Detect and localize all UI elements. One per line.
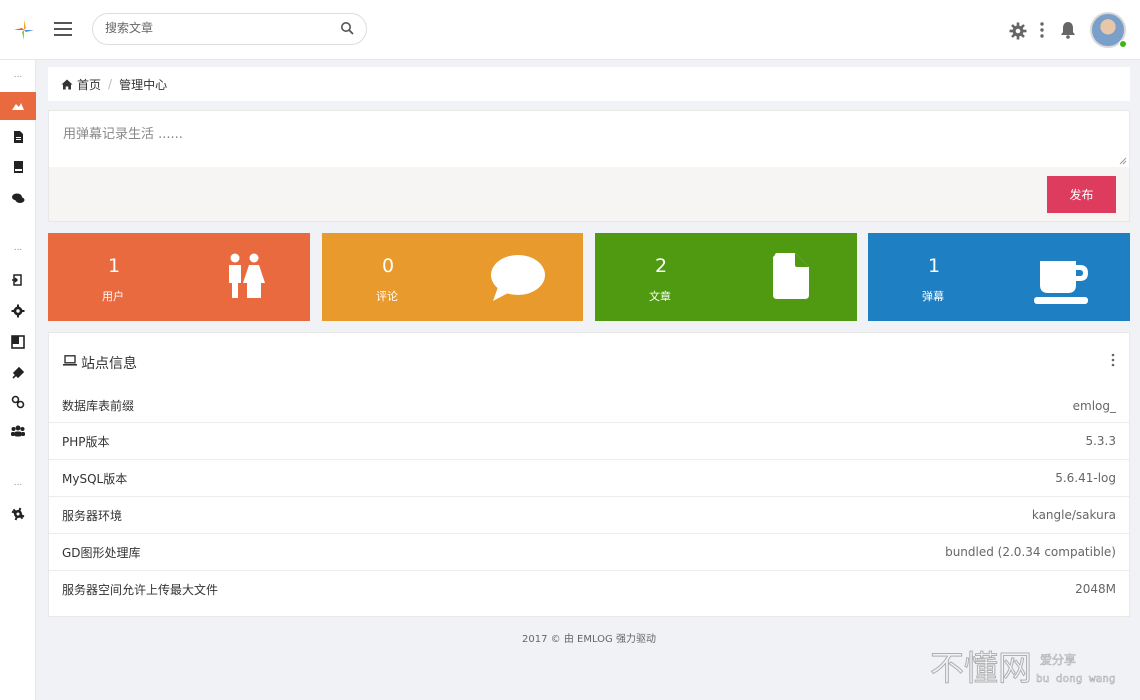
search-icon[interactable] (340, 21, 354, 35)
file-icon (773, 253, 809, 299)
laptop-icon (63, 355, 77, 366)
sidebar-item-users[interactable] (0, 417, 36, 445)
watermark-logo: 不懂网 爱分享 bu dong wang (930, 649, 1116, 690)
stat-label: 弹幕 (922, 290, 944, 303)
info-key: 数据库表前缀 (62, 399, 135, 413)
sidebar-item-pages[interactable] (0, 153, 36, 181)
stat-card-articles[interactable]: 2 文章 (595, 233, 857, 321)
sidebar-item-templates[interactable] (0, 328, 36, 356)
info-value: bundled (2.0.34 compatible) (945, 545, 1116, 559)
info-row: 服务器环境 kangle/sakura (49, 496, 1129, 533)
info-key: MySQL版本 (62, 471, 128, 486)
sidebar-item-links[interactable] (0, 388, 36, 416)
top-navbar (0, 0, 1140, 60)
info-value: 5.3.3 (1085, 434, 1116, 448)
signout-icon (12, 274, 22, 286)
publish-button[interactable]: 发布 (1047, 176, 1116, 213)
plugin-icon (12, 366, 25, 379)
post-textarea[interactable] (49, 111, 1129, 167)
sidebar-item-logout[interactable] (0, 266, 36, 294)
info-key: GD图形处理库 (62, 545, 141, 560)
breadcrumb-separator: / (108, 77, 113, 91)
more-vertical-icon[interactable] (1111, 353, 1115, 367)
watermark-pinyin: bu dong wang (1036, 672, 1115, 685)
notification-bell-icon[interactable] (1060, 21, 1076, 39)
online-status-dot (1119, 40, 1127, 48)
sidebar: ... ... ... (0, 60, 36, 700)
info-value: emlog_ (1072, 398, 1116, 413)
cog-icon (11, 507, 25, 521)
panel-title: 站点信息 (81, 356, 137, 372)
stat-value: 2 (655, 255, 668, 277)
sidebar-separator: ... (13, 478, 23, 488)
menu-toggle-icon[interactable] (54, 22, 72, 36)
more-vertical-icon[interactable] (1039, 22, 1045, 38)
sidebar-separator: ... (13, 243, 23, 253)
post-box (48, 110, 1130, 222)
stat-card-users[interactable]: 1 用户 (48, 233, 310, 321)
stat-value: 0 (382, 255, 395, 277)
coffee-icon (1034, 261, 1088, 304)
info-key: PHP版本 (62, 434, 110, 449)
sidebar-item-articles[interactable] (0, 123, 36, 151)
watermark-sub: 爱分享 (1040, 652, 1076, 667)
logo-icon[interactable] (12, 18, 36, 42)
info-key: 服务器环境 (62, 508, 123, 523)
comment-icon (491, 255, 545, 301)
info-row: PHP版本 5.3.3 (49, 422, 1129, 459)
info-row: MySQL版本 5.6.41-log (49, 459, 1129, 496)
gear-icon (11, 304, 25, 318)
info-value: kangle/sakura (1031, 508, 1116, 522)
info-value: 5.6.41-log (1055, 471, 1116, 485)
stat-card-danmaku[interactable]: 1 弹幕 (868, 233, 1130, 321)
sidebar-item-settings[interactable] (0, 297, 36, 325)
comments-icon (12, 193, 25, 203)
users-icon (229, 253, 265, 298)
breadcrumb-current: 管理中心 (119, 77, 168, 92)
sidebar-item-system[interactable] (0, 500, 36, 528)
link-icon (11, 395, 25, 409)
stat-label: 用户 (102, 290, 124, 303)
book-icon (14, 161, 23, 173)
sidebar-item-comments[interactable] (0, 184, 36, 212)
stat-value: 1 (928, 255, 941, 277)
sidebar-separator: ... (13, 70, 23, 80)
stat-label: 评论 (376, 290, 398, 303)
stat-label: 文章 (649, 290, 671, 303)
sidebar-item-plugins[interactable] (0, 359, 36, 387)
watermark-main: 不懂网 (930, 649, 1032, 689)
panel-header: 站点信息 (49, 333, 1129, 387)
users-icon (11, 425, 25, 437)
file-icon (14, 131, 23, 143)
search-box (92, 13, 367, 45)
info-row: GD图形处理库 bundled (2.0.34 compatible) (49, 533, 1129, 570)
info-value: 2048M (1075, 582, 1116, 596)
resize-grip-icon[interactable] (1119, 157, 1127, 165)
sidebar-item-dashboard[interactable] (0, 92, 36, 120)
info-key: 服务器空间允许上传最大文件 (62, 582, 219, 597)
stat-card-comments[interactable]: 0 评论 (322, 233, 583, 321)
settings-gear-icon[interactable] (1009, 22, 1027, 40)
stat-value: 1 (108, 255, 121, 277)
home-icon (61, 79, 73, 89)
layout-icon (11, 335, 25, 349)
dashboard-icon (12, 103, 24, 110)
breadcrumb: 首页 / 管理中心 (48, 67, 1130, 101)
breadcrumb-home-link[interactable]: 首页 (77, 76, 101, 93)
info-row: 服务器空间允许上传最大文件 2048M (49, 570, 1129, 607)
info-row: 数据库表前缀 emlog_ (49, 387, 1129, 424)
site-info-panel: 站点信息 数据库表前缀 emlog_ PHP版本 5.3.3 MySQL版本 5… (48, 332, 1130, 617)
search-input[interactable] (105, 21, 325, 35)
